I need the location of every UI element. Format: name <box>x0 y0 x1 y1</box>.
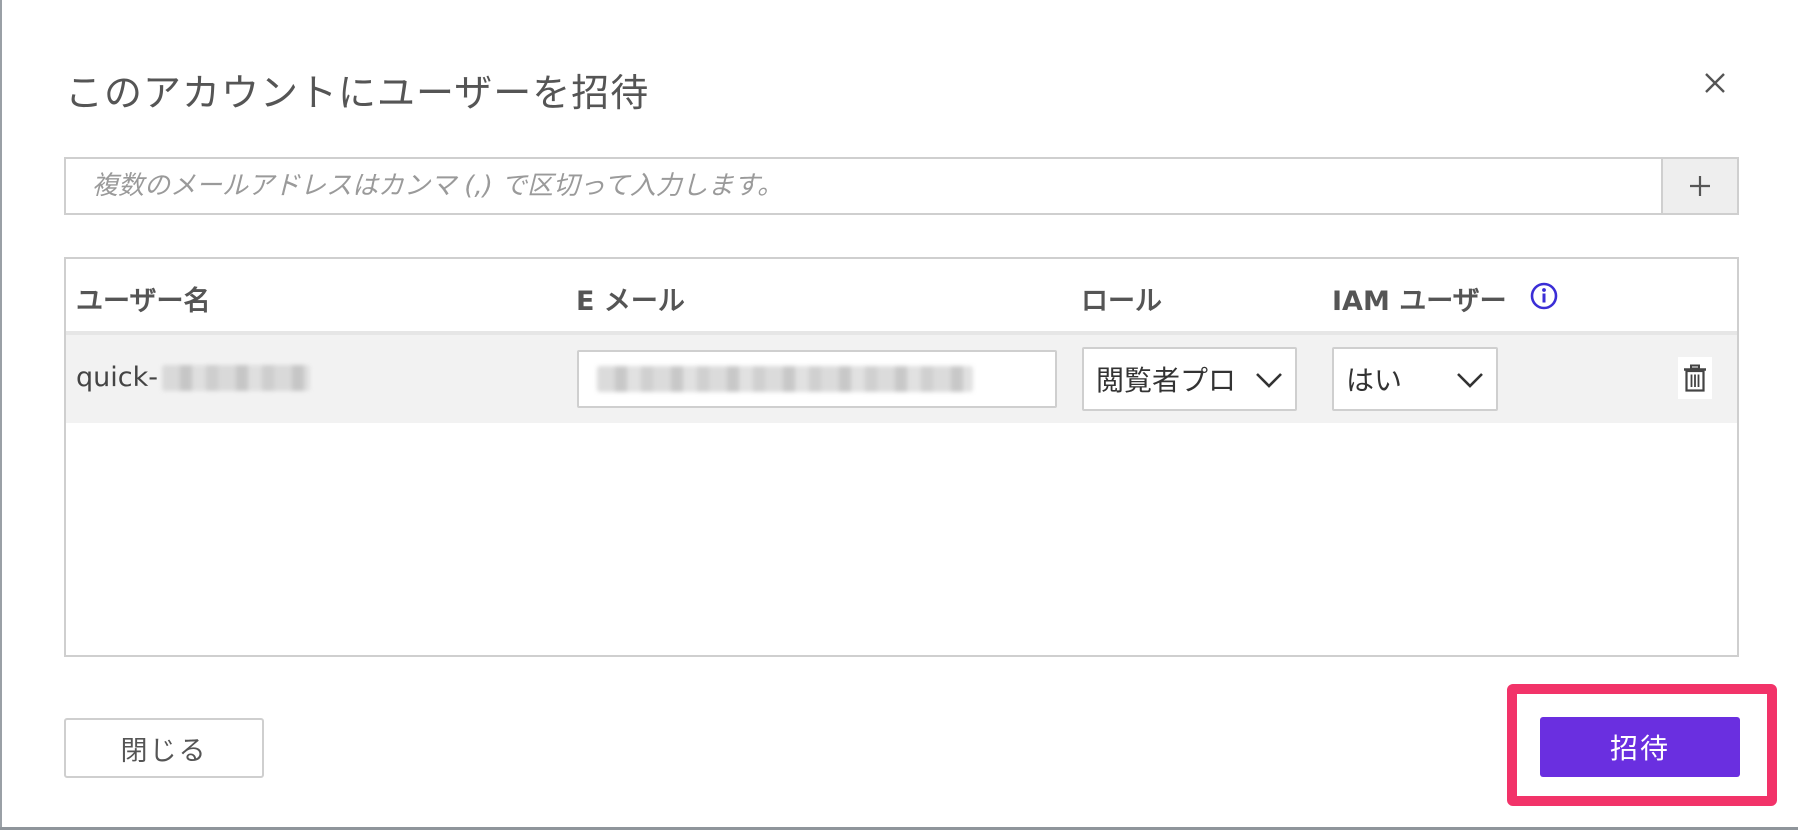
table-row: quick- 閲覧者プロ はい <box>66 335 1737 423</box>
invite-users-table: ユーザー名 E メール ロール IAM ユーザー quick- 閲覧者プロ はい <box>64 257 1739 657</box>
close-icon <box>1705 73 1725 93</box>
invite-button[interactable]: 招待 <box>1540 717 1740 777</box>
redacted-username <box>161 364 310 391</box>
add-email-button[interactable] <box>1661 159 1737 213</box>
username-cell: quick- <box>76 362 310 393</box>
column-header-iam-user: IAM ユーザー <box>1332 286 1507 317</box>
column-header-username: ユーザー名 <box>76 286 211 317</box>
email-entry-row <box>64 157 1739 215</box>
username-prefix: quick- <box>76 362 158 393</box>
close-button[interactable]: 閉じる <box>64 718 264 778</box>
role-select-value: 閲覧者プロ <box>1096 364 1237 397</box>
plus-icon <box>1690 176 1710 196</box>
close-dialog-x-button[interactable] <box>1696 64 1734 102</box>
column-header-email: E メール <box>576 286 685 317</box>
info-icon[interactable] <box>1529 281 1559 311</box>
email-field[interactable] <box>577 350 1057 408</box>
column-header-role: ロール <box>1081 286 1162 317</box>
trash-icon <box>1684 364 1706 392</box>
role-select[interactable]: 閲覧者プロ <box>1082 347 1297 411</box>
chevron-down-icon <box>1457 373 1483 388</box>
chevron-down-icon <box>1256 373 1282 388</box>
email-addresses-input[interactable] <box>66 159 1661 213</box>
dialog-title: このアカウントにユーザーを招待 <box>65 71 650 115</box>
invite-users-dialog: このアカウントにユーザーを招待 ユーザー名 E メール ロール IAM ユーザー <box>2 0 1798 827</box>
iam-user-select-value: はい <box>1346 364 1403 397</box>
table-header: ユーザー名 E メール ロール IAM ユーザー <box>66 259 1737 335</box>
delete-row-button[interactable] <box>1678 357 1712 399</box>
redacted-email <box>597 366 973 392</box>
iam-user-select[interactable]: はい <box>1332 347 1498 411</box>
